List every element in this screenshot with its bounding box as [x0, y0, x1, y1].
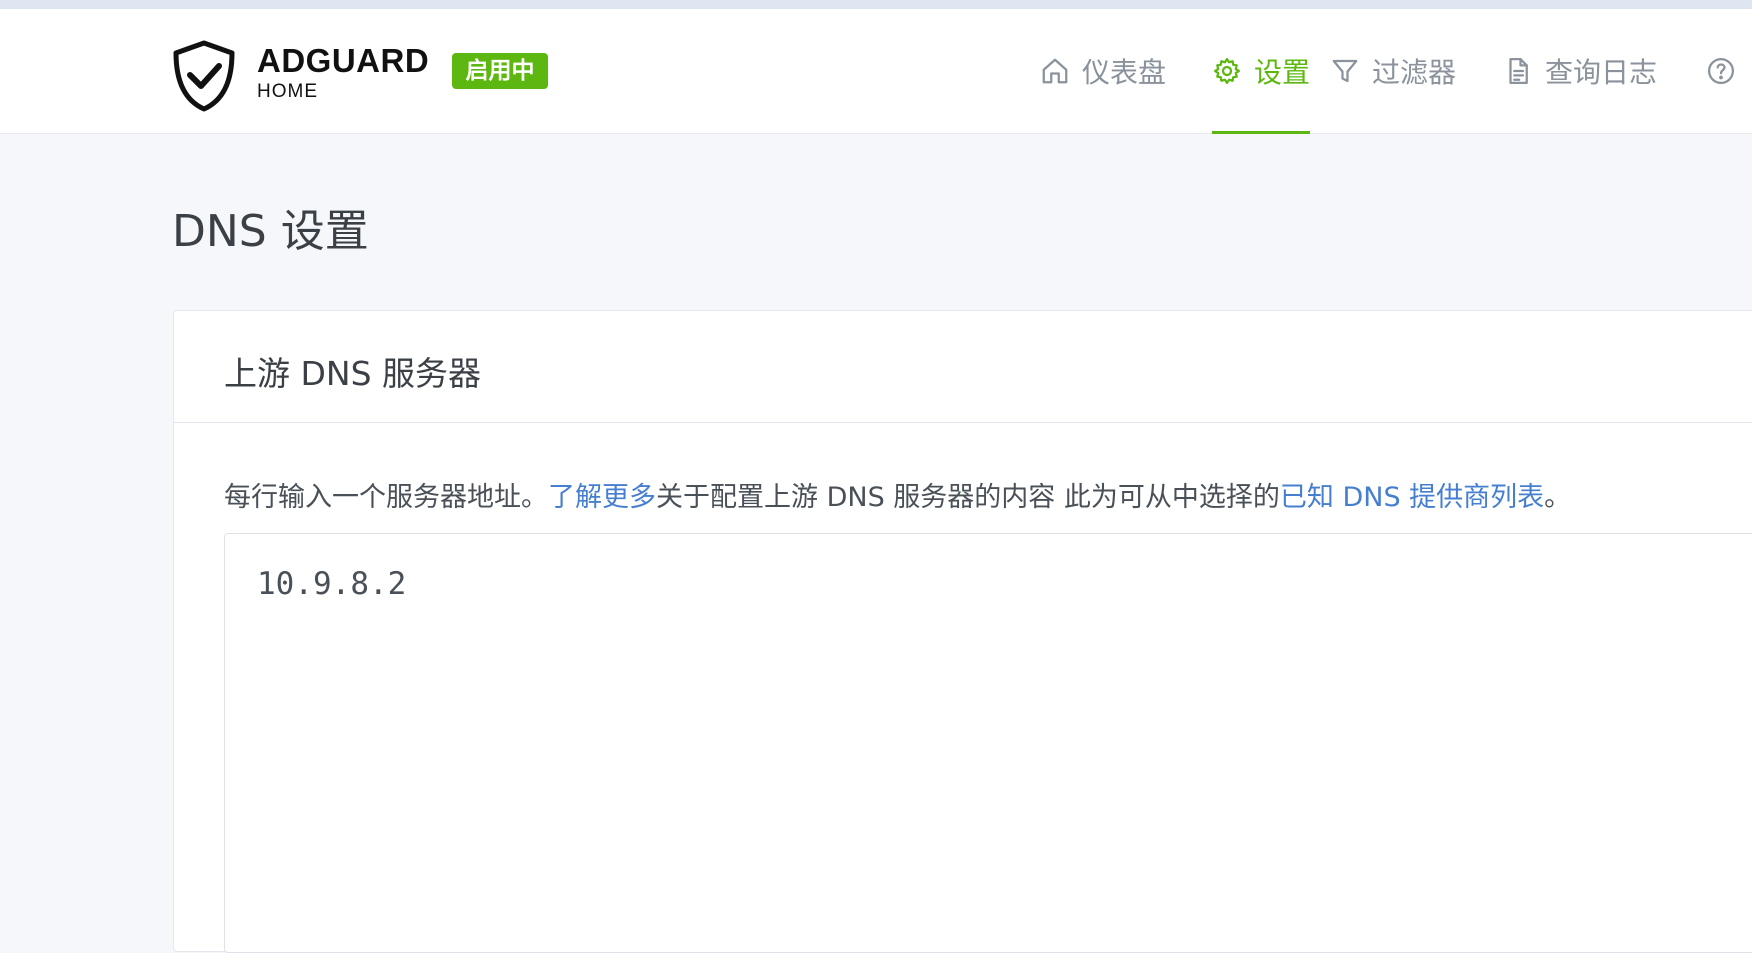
nav-item-label: 过滤器	[1372, 56, 1457, 89]
nav-item-label: 查询日志	[1545, 56, 1658, 89]
filter-icon	[1332, 59, 1358, 83]
shield-logo-icon	[173, 40, 235, 112]
document-icon	[1509, 58, 1528, 84]
learn-more-link[interactable]: 了解更多	[548, 482, 656, 513]
gear-icon	[1214, 58, 1240, 84]
upstream-description: 每行输入一个服务器地址。了解更多关于配置上游 DNS 服务器的内容 此为可从中选…	[224, 475, 1571, 514]
help-icon	[1708, 58, 1734, 84]
nav-item-filters[interactable]: 过滤器	[1330, 9, 1456, 133]
top-strip	[0, 0, 1752, 9]
nav-item-settings[interactable]: 设置	[1212, 9, 1311, 134]
nav-item-label: 仪表盘	[1082, 56, 1167, 89]
card-title: 上游 DNS 服务器	[224, 354, 482, 393]
description-text: 。	[1544, 482, 1572, 513]
brand-subtitle: HOME	[257, 81, 318, 102]
description-text: 每行输入一个服务器地址。	[224, 482, 548, 513]
upstream-servers-textarea[interactable]: 10.9.8.2	[224, 533, 1752, 953]
header: ADGUARD HOME 启用中	[0, 9, 1752, 134]
nav-item-dashboard[interactable]: 仪表盘	[1040, 9, 1166, 133]
protection-status-badge: 启用中	[452, 53, 548, 89]
card-header: 上游 DNS 服务器	[174, 311, 1752, 423]
nav-item-label: 设置	[1254, 56, 1311, 89]
page-title: DNS 设置	[172, 206, 369, 257]
upstream-dns-card: 上游 DNS 服务器 每行输入一个服务器地址。了解更多关于配置上游 DNS 服务…	[173, 310, 1752, 953]
description-text: 关于配置上游 DNS 服务器的内容 此为可从中选择的	[656, 482, 1280, 513]
home-icon	[1042, 58, 1068, 84]
brand-name: ADGUARD	[257, 42, 430, 79]
nav-item-query-log[interactable]: 查询日志	[1503, 9, 1657, 133]
dns-providers-link[interactable]: 已知 DNS 提供商列表	[1280, 482, 1544, 513]
nav-item-help[interactable]	[1706, 9, 1748, 133]
